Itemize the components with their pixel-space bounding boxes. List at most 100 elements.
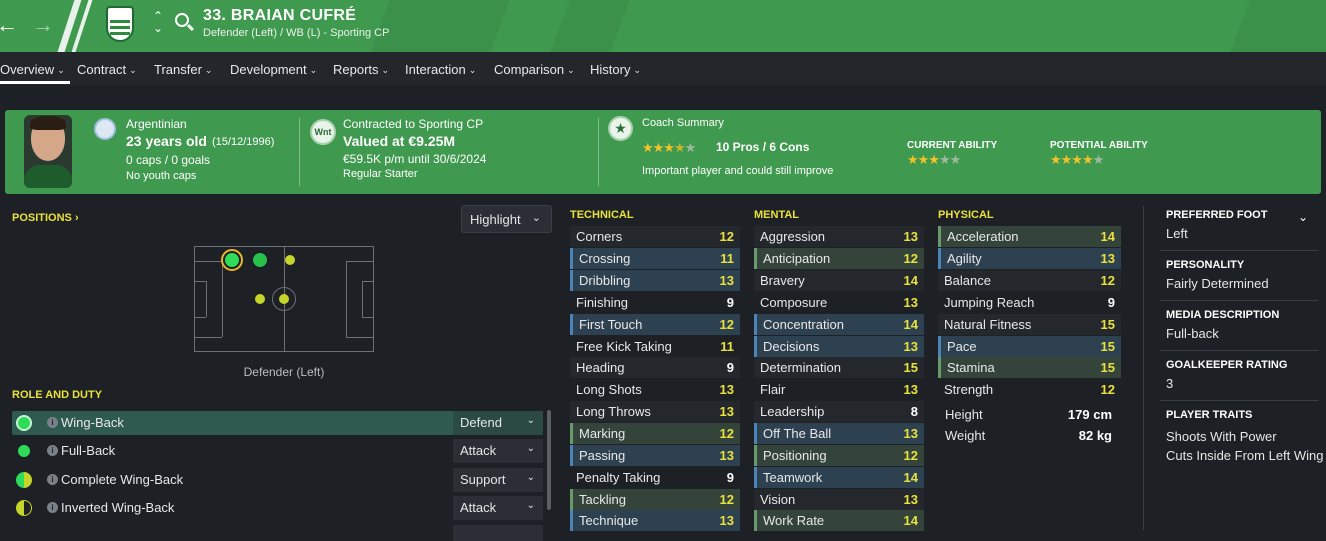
attribute-value: 12	[719, 229, 734, 244]
active-tab-indicator	[0, 81, 70, 84]
tab-reports[interactable]: Reports ⌄	[333, 62, 389, 77]
attribute-row-mental[interactable]: Concentration 14	[754, 314, 924, 335]
info-icon[interactable]: i	[47, 417, 58, 428]
tab-transfer[interactable]: Transfer ⌄	[154, 62, 212, 77]
position-dot	[225, 253, 239, 267]
position-dot	[279, 294, 289, 304]
search-icon[interactable]	[175, 13, 189, 27]
attribute-row-mental[interactable]: Off The Ball 13	[754, 423, 924, 444]
position-pitch	[194, 246, 374, 352]
role-row[interactable]: i Inverted Wing-Back Attack ⌄	[12, 496, 543, 520]
divider	[1160, 350, 1318, 351]
info-icon[interactable]: i	[47, 445, 58, 456]
attribute-name: First Touch	[579, 317, 643, 332]
attribute-row-mental[interactable]: Bravery 14	[754, 270, 924, 291]
attribute-name: Tackling	[579, 492, 626, 507]
current-ability-stars: ★★★★★	[907, 152, 961, 167]
tab-bar: Overview ⌄ Contract ⌄ Transfer ⌄ Developmen…	[0, 52, 1326, 85]
attribute-row-technical[interactable]: Heading 9	[570, 357, 740, 378]
roles-scrollbar[interactable]	[547, 410, 551, 510]
duty-dropdown[interactable]: Attack ⌄	[453, 496, 543, 520]
attribute-row-technical[interactable]: Crossing 11	[570, 248, 740, 269]
tab-history[interactable]: History ⌄	[590, 62, 641, 77]
info-icon[interactable]: i	[47, 474, 58, 485]
role-row[interactable]: i Complete Wing-Back Support ⌄	[12, 468, 543, 492]
attribute-row-technical[interactable]: Long Shots 13	[570, 379, 740, 400]
tab-interaction[interactable]: Interaction ⌄	[405, 62, 476, 77]
attribute-value: 12	[903, 448, 918, 463]
role-row[interactable]: i Wing-Back Defend ⌄	[12, 411, 543, 435]
attribute-row-mental[interactable]: Aggression 13	[754, 226, 924, 247]
duty-dropdown[interactable]: Attack ⌄	[453, 439, 543, 463]
attribute-row-technical[interactable]: Penalty Taking 9	[570, 467, 740, 488]
attribute-row-mental[interactable]: Teamwork 14	[754, 467, 924, 488]
attribute-row-physical[interactable]: Balance 12	[938, 270, 1121, 291]
attribute-row-physical[interactable]: Natural Fitness 15	[938, 314, 1121, 335]
divider	[598, 118, 599, 186]
positions-title[interactable]: POSITIONS ›	[12, 212, 79, 224]
chevron-down-icon: ⌄	[309, 65, 318, 75]
attribute-row-mental[interactable]: Positioning 12	[754, 445, 924, 466]
player-cycle-icon[interactable]: ⌃ ⌄	[153, 10, 163, 34]
role-row[interactable]	[12, 525, 543, 541]
attribute-row-mental[interactable]: Leadership 8	[754, 401, 924, 422]
attribute-value: 12	[719, 426, 734, 441]
chevron-down-icon: ⌄	[526, 472, 535, 483]
attribute-row-physical[interactable]: Stamina 15	[938, 357, 1121, 378]
attribute-value: 12	[719, 492, 734, 507]
club-crest-icon	[106, 6, 134, 42]
duty-dropdown[interactable]: Support ⌄	[453, 468, 543, 492]
tab-overview[interactable]: Overview ⌄	[0, 62, 65, 77]
attribute-row-physical[interactable]: Agility 13	[938, 248, 1121, 269]
attribute-row-mental[interactable]: Flair 13	[754, 379, 924, 400]
tab-contract[interactable]: Contract ⌄	[77, 62, 137, 77]
player-name: 33. BRAIAN CUFRÉ	[203, 7, 357, 24]
attribute-value: 14	[903, 273, 918, 288]
attribute-row-physical[interactable]: Strength 12	[938, 379, 1121, 400]
attribute-row-technical[interactable]: Passing 13	[570, 445, 740, 466]
attribute-row-mental[interactable]: Decisions 13	[754, 336, 924, 357]
attribute-name: Bravery	[760, 273, 805, 288]
attribute-row-technical[interactable]: Tackling 12	[570, 489, 740, 510]
attribute-row-physical[interactable]: Pace 15	[938, 336, 1121, 357]
attribute-row-physical[interactable]: Acceleration 14	[938, 226, 1121, 247]
chevron-down-icon: ⌄	[567, 65, 575, 75]
attribute-row-mental[interactable]: Vision 13	[754, 489, 924, 510]
chevron-down-icon[interactable]: ⌄	[1298, 210, 1308, 224]
duty-dropdown[interactable]: Defend ⌄	[453, 411, 543, 435]
attribute-row-mental[interactable]: Work Rate 14	[754, 510, 924, 531]
attribute-name: Pace	[947, 339, 977, 354]
attribute-row-technical[interactable]: Technique 13	[570, 510, 740, 531]
info-icon[interactable]: i	[47, 502, 58, 513]
chevron-down-icon: ⌄	[57, 65, 65, 75]
attribute-name: Off The Ball	[763, 426, 832, 441]
attribute-name: Long Throws	[576, 404, 651, 419]
highlight-dropdown[interactable]: Highlight ⌄	[461, 205, 552, 233]
attribute-row-physical[interactable]: Jumping Reach 9	[938, 292, 1121, 313]
attribute-row-technical[interactable]: Free Kick Taking 11	[570, 336, 740, 357]
role-row[interactable]: i Full-Back Attack ⌄	[12, 439, 543, 463]
role-name: Full-Back	[61, 443, 116, 458]
back-icon[interactable]: ←	[0, 12, 18, 38]
attribute-row-mental[interactable]: Anticipation 12	[754, 248, 924, 269]
attribute-row-mental[interactable]: Determination 15	[754, 357, 924, 378]
attribute-row-technical[interactable]: Marking 12	[570, 423, 740, 444]
attribute-row-technical[interactable]: Long Throws 13	[570, 401, 740, 422]
attribute-name: Decisions	[763, 339, 820, 354]
attribute-row-technical[interactable]: Corners 12	[570, 226, 740, 247]
attribute-row-technical[interactable]: First Touch 12	[570, 314, 740, 335]
tab-development[interactable]: Development ⌄	[230, 62, 317, 77]
preferred-foot: Left	[1166, 226, 1188, 241]
attribute-row-mental[interactable]: Composure 13	[754, 292, 924, 313]
duty-dropdown[interactable]	[453, 525, 543, 541]
nation-flag-icon	[94, 118, 116, 140]
physical-title: PHYSICAL	[938, 209, 994, 221]
attribute-value: 9	[726, 470, 734, 485]
attribute-row-technical[interactable]: Finishing 9	[570, 292, 740, 313]
tab-comparison[interactable]: Comparison ⌄	[494, 62, 575, 77]
media-description-label: MEDIA DESCRIPTION	[1166, 309, 1280, 321]
attribute-row-technical[interactable]: Dribbling 13	[570, 270, 740, 291]
coach-rating-stars: ★★★★★	[642, 140, 696, 155]
attribute-name: Concentration	[763, 317, 844, 332]
forward-icon[interactable]: →	[32, 12, 54, 38]
